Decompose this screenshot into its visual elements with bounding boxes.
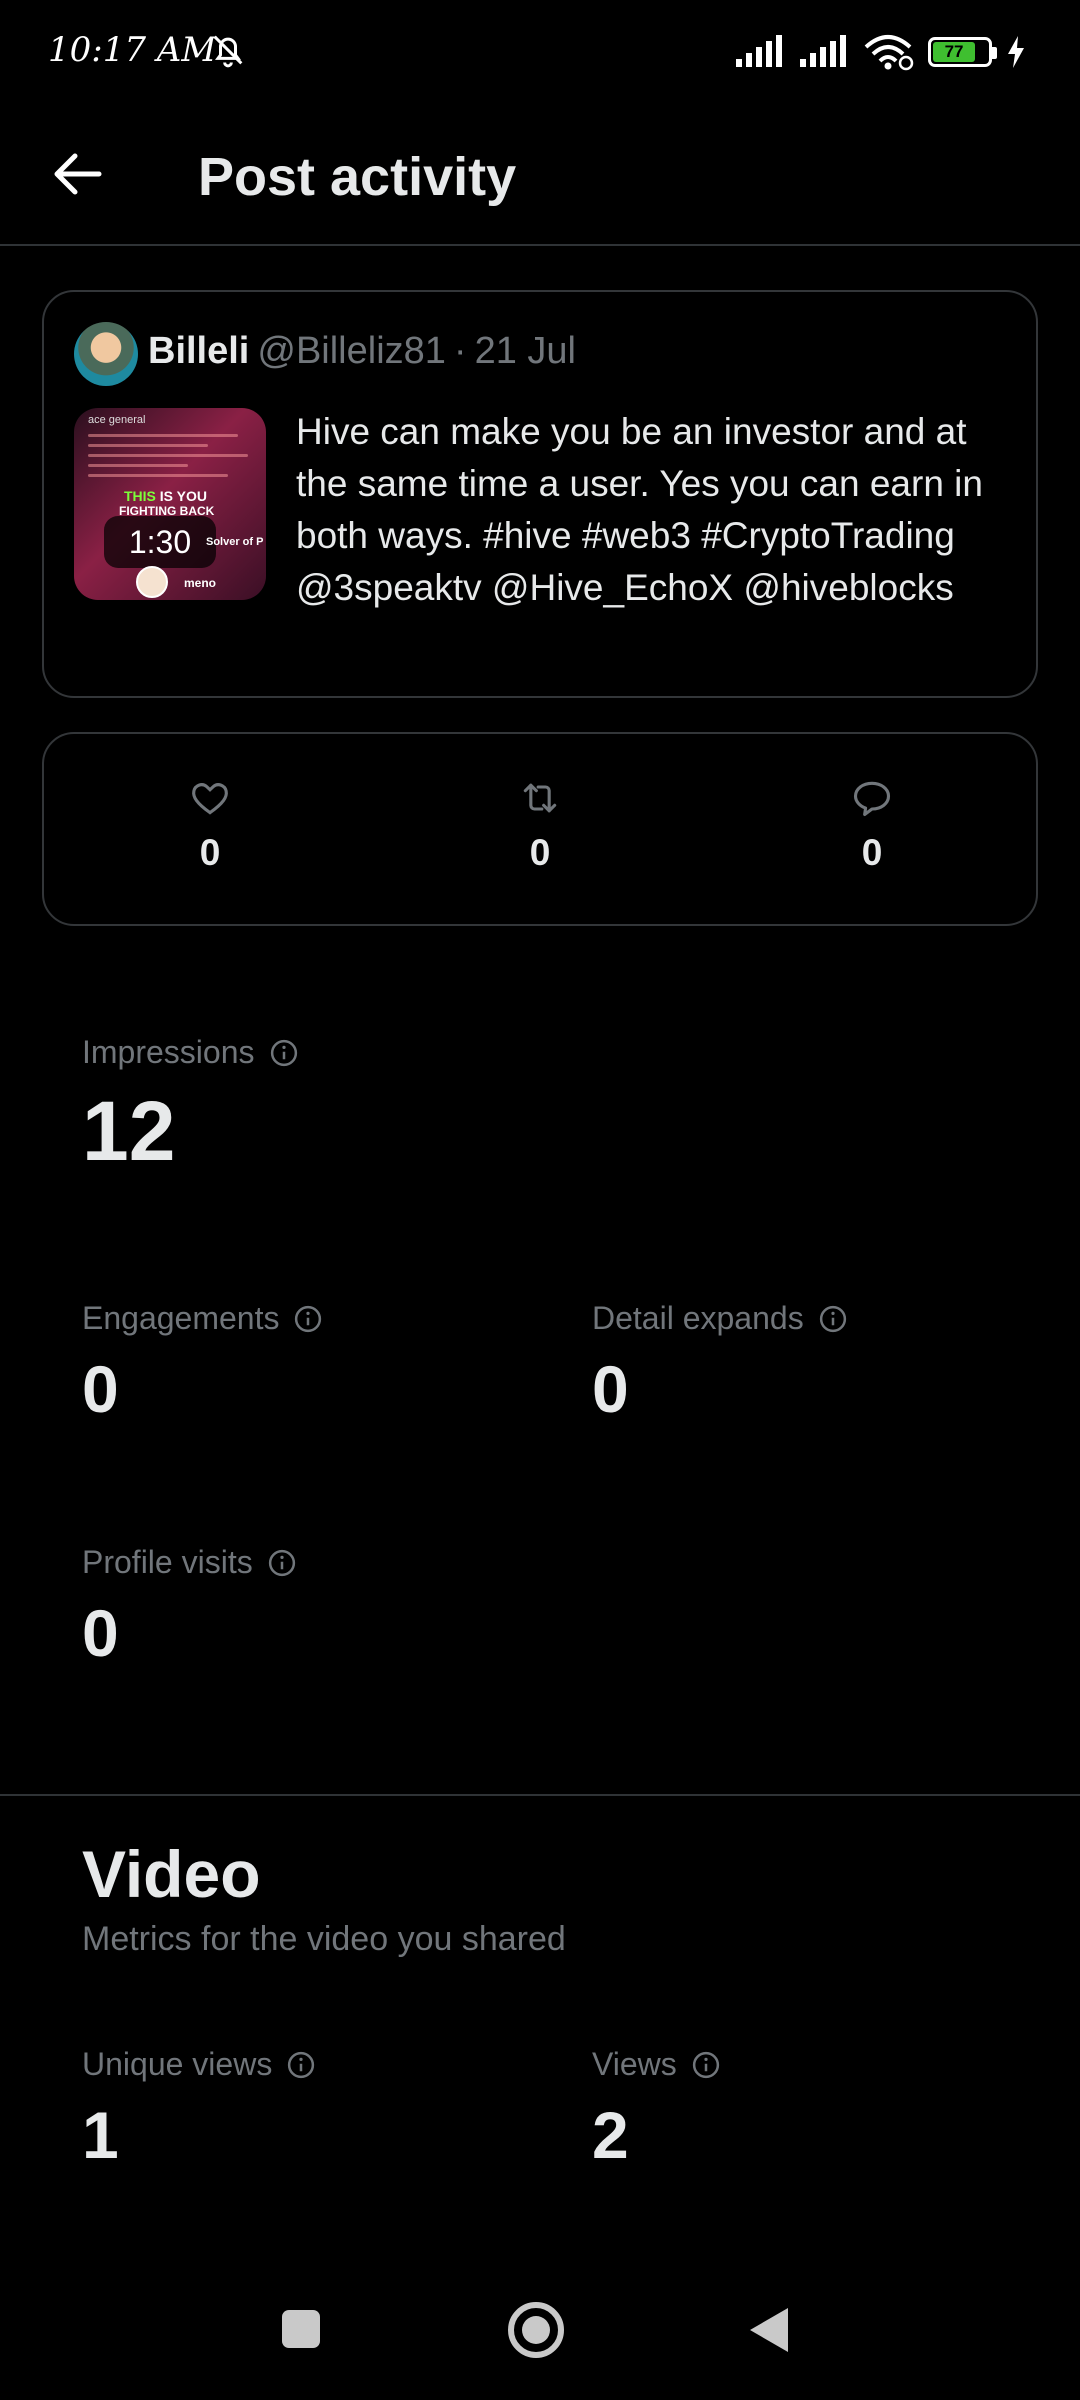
thumbnail-headline: THIS IS YOU [124, 488, 207, 504]
author-name: Billeli [148, 330, 250, 372]
heart-icon [192, 783, 228, 815]
engagements-label: Engagements [82, 1300, 280, 1336]
post-text: Hive can make you be an investor and at … [296, 411, 983, 608]
arrow-left-icon [54, 153, 102, 195]
info-icon[interactable] [269, 1038, 299, 1068]
reply-bubble-icon [853, 781, 891, 817]
battery-level: 77 [933, 42, 976, 62]
avatar[interactable] [74, 322, 138, 386]
impressions-metric: Impressions 12 [82, 1034, 299, 1180]
signal-icon [736, 35, 782, 67]
detail-expands-metric: Detail expands 0 [592, 1300, 848, 1427]
video-section-subtitle: Metrics for the video you shared [82, 1920, 566, 1958]
views-label: Views [592, 2046, 677, 2082]
unique-views-value: 1 [82, 2098, 119, 2172]
status-time: 10:17 AM [48, 30, 217, 70]
replies-count: 0 [861, 832, 883, 873]
unique-views-metric: Unique views 1 [82, 2046, 316, 2173]
mute-bell-icon [213, 35, 243, 68]
thumbnail-solver-text: Solver of P [206, 536, 264, 548]
recents-button[interactable] [282, 2310, 320, 2348]
views-metric: Views 2 [592, 2046, 721, 2173]
profile-visits-label: Profile visits [82, 1544, 253, 1580]
likes-stat[interactable]: 0 [150, 776, 270, 874]
wifi-icon [864, 35, 914, 71]
system-back-button[interactable] [750, 2308, 788, 2352]
info-icon[interactable] [293, 1304, 323, 1334]
section-divider [0, 1794, 1080, 1796]
home-button[interactable] [508, 2302, 564, 2358]
video-duration-badge: 1:30 [104, 516, 216, 568]
info-icon[interactable] [267, 1548, 297, 1578]
header: Post activity [0, 110, 1080, 246]
impressions-value: 12 [82, 1084, 176, 1178]
thumbnail-person [136, 566, 168, 598]
profile-visits-value: 0 [82, 1596, 119, 1670]
post-date: 21 Jul [474, 330, 576, 372]
repost-icon [523, 783, 557, 813]
separator-dot: · [453, 330, 467, 372]
detail-expands-label: Detail expands [592, 1300, 804, 1336]
likes-count: 0 [199, 832, 221, 873]
video-thumbnail[interactable]: ace general THIS IS YOU FIGHTING BACK 1:… [74, 408, 266, 600]
charging-icon [1008, 36, 1024, 68]
battery-icon: 77 [928, 37, 997, 67]
status-icons: 77 [734, 32, 1026, 72]
profile-visits-metric: Profile visits 0 [82, 1544, 297, 1671]
detail-expands-value: 0 [592, 1352, 629, 1426]
reposts-count: 0 [529, 832, 551, 873]
back-button[interactable] [48, 144, 108, 204]
page-title: Post activity [198, 147, 517, 207]
engagements-value: 0 [82, 1352, 119, 1426]
post-author-line: Billeli @Billeliz81 · 21 Jul [148, 330, 576, 373]
views-value: 2 [592, 2098, 629, 2172]
unique-views-label: Unique views [82, 2046, 273, 2082]
thumbnail-caption: ace general [88, 414, 146, 426]
impressions-label: Impressions [82, 1034, 255, 1070]
thumbnail-footer-text: meno [184, 576, 217, 590]
video-section-title: Video [82, 1837, 261, 1911]
reposts-stat[interactable]: 0 [480, 776, 600, 874]
info-icon[interactable] [286, 2050, 316, 2080]
post-card[interactable]: Billeli @Billeliz81 · 21 Jul ace general TH… [42, 290, 1038, 698]
engagement-card: 0 0 0 [42, 732, 1038, 926]
replies-stat[interactable]: 0 [812, 776, 932, 874]
engagements-metric: Engagements 0 [82, 1300, 323, 1427]
info-icon[interactable] [691, 2050, 721, 2080]
system-nav-bar [0, 2280, 1080, 2380]
author-handle: @Billeliz81 [257, 330, 446, 372]
status-bar: 10:17 AM 77 [0, 0, 1080, 100]
signal-icon [800, 35, 846, 67]
info-icon[interactable] [818, 1304, 848, 1334]
